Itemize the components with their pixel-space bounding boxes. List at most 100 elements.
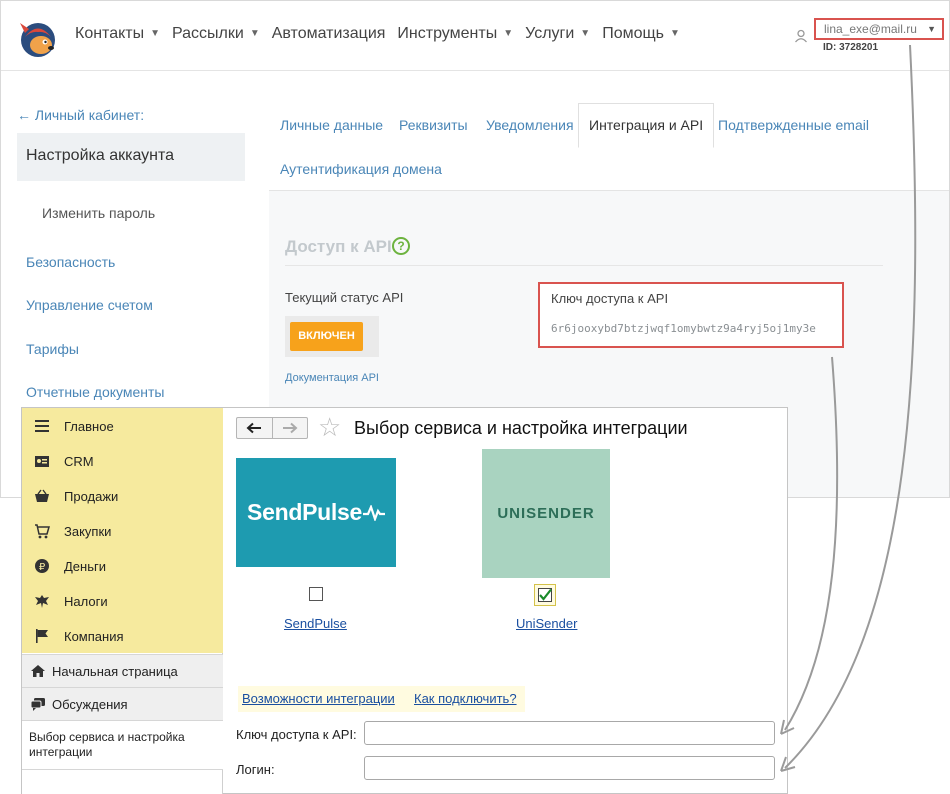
nav-label: Контакты	[75, 25, 145, 42]
api-enabled-button[interactable]: ВКЛЮЧЕН	[290, 322, 363, 351]
back-to-cabinet-link[interactable]: ← Личный кабинет:	[17, 107, 144, 123]
caret-down-icon: ▼	[150, 28, 161, 40]
caret-down-icon: ▼	[249, 28, 260, 40]
integration-features-link[interactable]: Возможности интеграции	[242, 691, 395, 706]
nav-label: Рассылки	[172, 25, 244, 42]
menu-item-main[interactable]: Главное	[34, 418, 114, 434]
api-docs-link[interactable]: Документация API	[285, 372, 379, 384]
api-key-field-label: Ключ доступа к API:	[236, 727, 357, 742]
menu-item-money[interactable]: ₽ Деньги	[34, 558, 106, 574]
nav-label: Услуги	[525, 25, 575, 42]
contact-card-icon	[35, 456, 49, 467]
user-icon	[795, 29, 807, 43]
user-menu-dropdown[interactable]: lina_exe@mail.ru ▼	[814, 18, 944, 40]
tab-integration-api[interactable]: Интеграция и API	[578, 103, 715, 148]
menu-label: Компания	[64, 628, 124, 644]
menu-item-taxes[interactable]: Налоги	[34, 593, 108, 609]
menu-label: Налоги	[64, 593, 108, 609]
chat-bubbles-icon	[30, 698, 45, 711]
ruble-coin-icon: ₽	[35, 559, 49, 573]
nav-label: Инструменты	[397, 25, 498, 42]
api-status-toggle: ВКЛЮЧЕН	[285, 316, 379, 357]
nav-label: Помощь	[602, 25, 664, 42]
menu-item-purchases[interactable]: Закупки	[34, 523, 111, 539]
user-id: ID: 3728201	[823, 42, 879, 53]
pulse-icon	[362, 503, 385, 523]
menu-label: Деньги	[64, 558, 106, 574]
sendpulse-logo-text: SendPulse	[247, 499, 362, 525]
login-field-label: Логин:	[236, 762, 275, 777]
menu-label: CRM	[64, 453, 94, 469]
onec-sidebar: Главное CRM Продажи Закупки ₽ Деньги Нал…	[22, 408, 223, 794]
sidebar-item-tariffs[interactable]: Тарифы	[26, 341, 79, 357]
tab-notifications[interactable]: Уведомления	[486, 117, 574, 133]
nav-services[interactable]: Услуги ▼	[525, 25, 590, 43]
how-to-connect-link[interactable]: Как подключить?	[414, 691, 517, 706]
tab-requisites[interactable]: Реквизиты	[399, 117, 468, 133]
discussions-label: Обсуждения	[52, 696, 128, 712]
user-email: lina_exe@mail.ru	[824, 22, 917, 36]
unisender-link[interactable]: UniSender	[516, 616, 577, 631]
caret-down-icon: ▼	[580, 28, 591, 40]
forward-arrow-icon[interactable]	[271, 418, 307, 438]
unisender-checkbox-focus	[534, 584, 556, 606]
history-nav	[236, 417, 308, 439]
caret-down-icon: ▼	[503, 28, 514, 40]
sidebar-item-reports[interactable]: Отчетные документы	[26, 384, 165, 400]
login-input[interactable]	[364, 756, 775, 780]
tabs-divider	[269, 190, 949, 191]
unisender-checkbox[interactable]	[538, 588, 552, 602]
api-key-value[interactable]: 6r6jooxybd7btzjwqf1omybwtz9a4ryj5oj1my3e	[551, 322, 816, 335]
unisender-logo-icon[interactable]	[15, 15, 61, 59]
discussions-link[interactable]: Обсуждения	[22, 687, 223, 720]
onec-form: ☆ Выбор сервиса и настройка интеграции S…	[224, 408, 787, 794]
home-label: Начальная страница	[52, 663, 178, 679]
hamburger-icon	[35, 420, 49, 432]
api-key-box: Ключ доступа к API 6r6jooxybd7btzjwqf1om…	[538, 282, 844, 348]
account-settings-item[interactable]: Настройка аккаунта	[17, 133, 245, 181]
section-divider	[285, 265, 883, 266]
eagle-emblem-icon	[35, 595, 49, 608]
caret-down-icon: ▼	[670, 28, 680, 40]
menu-item-crm[interactable]: CRM	[34, 453, 94, 469]
menu-item-sales[interactable]: Продажи	[34, 488, 118, 504]
nav-tools[interactable]: Инструменты ▼	[397, 25, 513, 43]
cart-icon	[35, 524, 50, 539]
form-title: Выбор сервиса и настройка интеграции	[354, 418, 688, 438]
menu-label: Главное	[64, 418, 114, 434]
sendpulse-logo[interactable]: SendPulse	[236, 458, 396, 567]
nav-mailings[interactable]: Рассылки ▼	[172, 25, 260, 43]
basket-icon	[35, 489, 49, 502]
help-icon[interactable]: ?	[392, 237, 410, 255]
tab-personal[interactable]: Личные данные	[280, 117, 383, 133]
svg-text:₽: ₽	[39, 562, 46, 573]
main-nav: Контакты ▼ Рассылки ▼ Автоматизация Инстру…	[75, 25, 692, 43]
menu-label: Продажи	[64, 488, 119, 504]
sidebar-item-change-password[interactable]: Изменить пароль	[42, 205, 155, 221]
home-page-link[interactable]: Начальная страница	[22, 654, 223, 687]
flag-icon	[36, 629, 48, 643]
home-icon	[31, 665, 45, 677]
menu-label: Закупки	[64, 523, 112, 539]
menu-item-company[interactable]: Компания	[34, 628, 124, 644]
nav-help[interactable]: Помощь ▼	[602, 25, 680, 43]
help-links-bar: Возможности интеграции Как подключить?	[238, 686, 525, 712]
nav-automation[interactable]: Автоматизация	[272, 25, 386, 43]
back-arrow-icon[interactable]	[237, 418, 272, 438]
sidebar-item-security[interactable]: Безопасность	[26, 254, 115, 270]
sendpulse-checkbox[interactable]	[309, 587, 323, 601]
sendpulse-link[interactable]: SendPulse	[284, 616, 347, 631]
caret-down-icon: ▼	[927, 24, 936, 34]
api-key-label: Ключ доступа к API	[551, 291, 669, 306]
tab-domain-auth[interactable]: Аутентификация домена	[280, 161, 442, 177]
unisender-logo[interactable]: UNISENDER	[482, 449, 610, 578]
tab-confirmed-email[interactable]: Подтвержденные email	[718, 117, 869, 133]
open-form-item[interactable]: Выбор сервиса и настройка интеграции	[22, 720, 223, 770]
sidebar-item-account[interactable]: Управление счетом	[26, 297, 153, 313]
api-key-input[interactable]	[364, 721, 775, 745]
api-section-title: Доступ к API	[285, 237, 392, 256]
favorite-star-icon[interactable]: ☆	[318, 412, 341, 442]
api-status-label: Текущий статус API	[285, 290, 404, 305]
nav-contacts[interactable]: Контакты ▼	[75, 25, 160, 43]
onec-sections-menu: Главное CRM Продажи Закупки ₽ Деньги Нал…	[22, 408, 223, 653]
